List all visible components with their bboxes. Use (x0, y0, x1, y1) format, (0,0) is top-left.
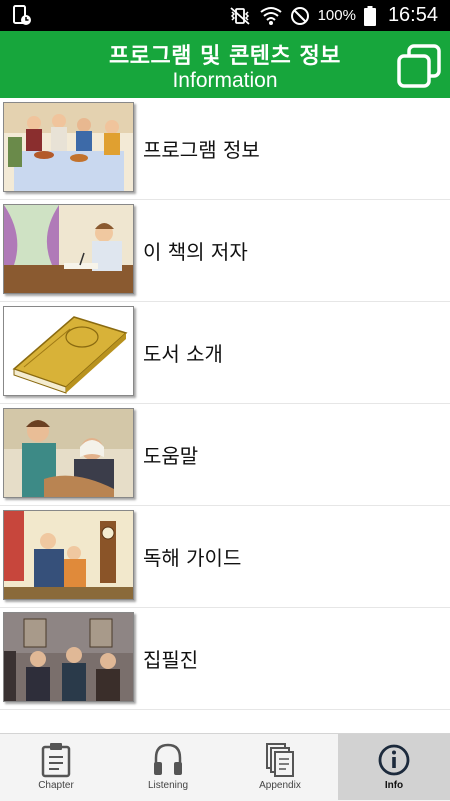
menu-item-label: 집필진 (143, 648, 199, 672)
menu-item-writers[interactable]: 집필진 (0, 608, 450, 710)
status-bar: 100% 16:54 (0, 0, 450, 31)
battery-percent: 100% (317, 7, 356, 24)
wifi-icon (259, 6, 282, 25)
vibrate-mute-icon (229, 6, 250, 25)
beauty-book-illustration (3, 306, 134, 396)
gentlemen-meeting-illustration (3, 612, 134, 702)
battery-icon (363, 5, 376, 26)
do-not-disturb-icon (290, 6, 309, 25)
menu-item-label: 도서 소개 (143, 342, 223, 366)
tab-chapter[interactable]: Chapter (0, 734, 112, 800)
page-subtitle: Information (172, 69, 278, 92)
tab-label: Listening (147, 780, 189, 791)
clipboard-icon (41, 743, 71, 778)
tab-label: Chapter (38, 780, 74, 791)
clock: 16:54 (387, 4, 438, 26)
menu-item-label: 이 책의 저자 (143, 240, 248, 264)
menu-item-label: 독해 가이드 (143, 546, 242, 570)
menu-item-help[interactable]: 도움말 (0, 404, 450, 506)
info-icon (378, 744, 410, 776)
multi-window-icon[interactable] (395, 42, 443, 90)
tab-listening[interactable]: Listening (112, 734, 224, 800)
bottom-tab-bar: Chapter Listening Appendix Info (0, 733, 450, 801)
menu-item-reading-guide[interactable]: 독해 가이드 (0, 506, 450, 608)
tab-appendix[interactable]: Appendix (224, 734, 336, 800)
menu-item-author[interactable]: 이 책의 저자 (0, 200, 450, 302)
family-dinner-illustration (3, 102, 134, 192)
app-header: 프로그램 및 콘텐츠 정보 Information (0, 31, 450, 98)
tab-label: Appendix (259, 780, 301, 791)
tab-info[interactable]: Info (338, 734, 450, 800)
tab-label: Info (384, 780, 404, 791)
headphones-icon (154, 743, 182, 775)
info-menu-list: 프로그램 정보 이 책의 저자 도서 소개 도움말 독해 가이드 집필진 (0, 98, 450, 710)
menu-item-label: 프로그램 정보 (143, 138, 260, 162)
menu-item-label: 도움말 (143, 444, 199, 468)
menu-item-book-intro[interactable]: 도서 소개 (0, 302, 450, 404)
menu-item-program-info[interactable]: 프로그램 정보 (0, 98, 450, 200)
author-writing-illustration (3, 204, 134, 294)
women-sewing-illustration (3, 408, 134, 498)
page-title: 프로그램 및 콘텐츠 정보 (109, 44, 341, 69)
family-parlor-illustration (3, 510, 134, 600)
phone-storage-icon (13, 5, 31, 25)
stacked-pages-icon (266, 743, 294, 777)
